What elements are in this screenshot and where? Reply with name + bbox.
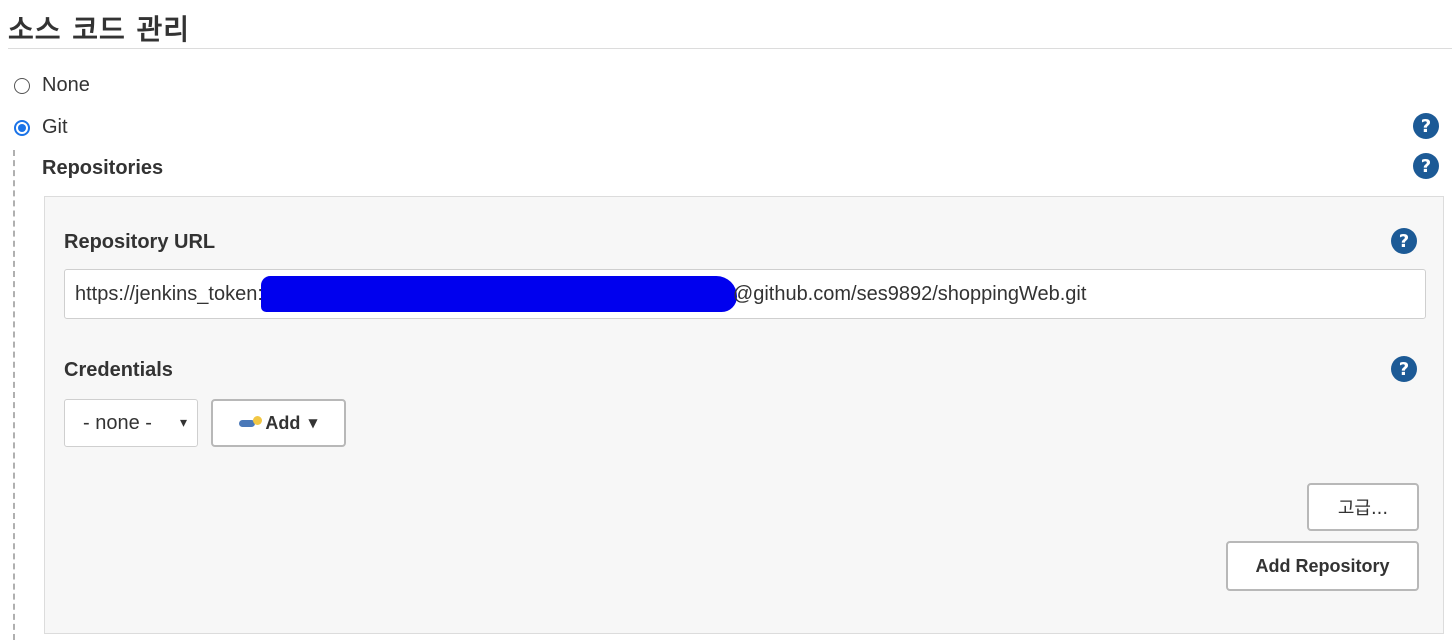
add-credentials-button[interactable]: Add ▼ [211,399,346,447]
key-icon [239,416,263,430]
chevron-down-icon: ▾ [179,415,187,431]
section-title: 소스 코드 관리 [8,13,191,46]
repositories-label: Repositories [42,157,164,179]
scm-option-none[interactable]: None [14,74,90,97]
advanced-button[interactable]: 고급... [1307,483,1419,531]
scm-option-git[interactable]: Git [14,116,68,139]
radio-none[interactable] [14,77,30,94]
help-icon[interactable]: ? [1413,113,1439,139]
scm-option-none-label: None [42,74,90,96]
scm-option-git-label: Git [42,116,68,138]
radio-git[interactable] [14,119,30,136]
add-credentials-label: Add [265,412,301,433]
credentials-help-icon[interactable]: ? [1391,356,1417,382]
git-section-indent-line [13,150,15,640]
caret-down-icon: ▼ [308,416,318,430]
credentials-label: Credentials [64,359,173,381]
repository-url-suffix: @github.com/ses9892/shoppingWeb.git [732,282,1087,305]
repository-url-prefix: https://jenkins_token: [75,282,263,305]
credentials-select-value: - none - [83,411,152,434]
repository-url-input[interactable]: https://jenkins_token: @github.com/ses98… [64,269,1426,319]
repository-url-help-icon[interactable]: ? [1391,228,1417,254]
divider [8,48,1452,49]
redaction-mark [260,276,737,312]
repository-url-label: Repository URL [64,231,216,253]
add-repository-button[interactable]: Add Repository [1226,541,1419,591]
repositories-help-icon[interactable]: ? [1413,153,1439,179]
credentials-select[interactable]: - none - ▾ [64,399,198,447]
